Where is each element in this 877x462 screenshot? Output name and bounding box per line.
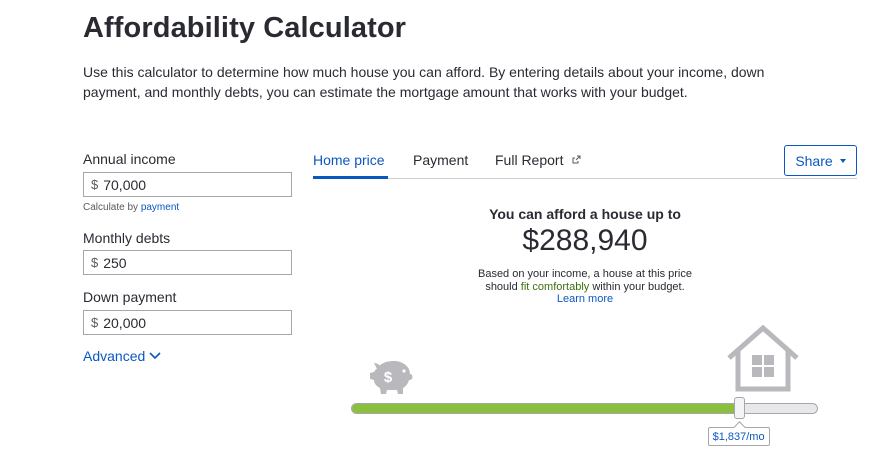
down-payment-value[interactable]: 20,000 bbox=[103, 315, 146, 331]
house-icon bbox=[727, 325, 799, 392]
annual-income-label: Annual income bbox=[83, 151, 176, 167]
calculate-by-text: Calculate by bbox=[83, 202, 139, 213]
currency-symbol: $ bbox=[91, 255, 99, 270]
tab-payment[interactable]: Payment bbox=[413, 152, 468, 168]
monthly-payment-tooltip: $1,837/mo bbox=[707, 427, 770, 446]
chevron-down-icon bbox=[149, 352, 161, 360]
down-payment-field[interactable]: $ 20,000 bbox=[83, 310, 292, 335]
monthly-debts-value[interactable]: 250 bbox=[103, 255, 126, 271]
monthly-debts-field[interactable]: $ 250 bbox=[83, 250, 292, 275]
afford-note-should: should bbox=[485, 281, 518, 293]
caret-down-icon bbox=[839, 158, 846, 163]
monthly-payment-value: $1,837/mo bbox=[712, 430, 765, 443]
affordability-slider-track[interactable] bbox=[351, 403, 818, 414]
advanced-label: Advanced bbox=[83, 348, 146, 364]
afford-note-highlight: fit comfortably bbox=[520, 281, 590, 293]
annual-income-field[interactable]: $ 70,000 bbox=[83, 172, 292, 197]
share-button[interactable]: Share bbox=[784, 145, 857, 176]
tab-full-report-label: Full Report bbox=[495, 152, 564, 168]
share-label: Share bbox=[795, 152, 833, 169]
advanced-toggle[interactable]: Advanced bbox=[83, 348, 161, 364]
afford-heading: You can afford a house up to bbox=[489, 206, 681, 222]
tab-home-price[interactable]: Home price bbox=[313, 152, 385, 168]
svg-text:$: $ bbox=[384, 369, 393, 386]
external-link-icon bbox=[572, 155, 581, 164]
tab-full-report[interactable]: Full Report bbox=[495, 152, 581, 168]
learn-more-link[interactable]: Learn more bbox=[313, 293, 857, 305]
affordability-slider-fill bbox=[352, 404, 738, 413]
calculate-by: Calculate by payment bbox=[83, 202, 179, 213]
monthly-debts-label: Monthly debts bbox=[83, 230, 171, 246]
afford-note: Based on your income, a house at this pr… bbox=[313, 268, 857, 294]
page-description: Use this calculator to determine how muc… bbox=[83, 64, 765, 100]
currency-symbol: $ bbox=[91, 177, 99, 192]
annual-income-value[interactable]: 70,000 bbox=[103, 177, 146, 193]
affordability-slider-handle[interactable] bbox=[733, 397, 745, 419]
down-payment-label: Down payment bbox=[83, 289, 177, 305]
afford-price: $288,940 bbox=[522, 224, 648, 257]
currency-symbol: $ bbox=[91, 315, 99, 330]
piggy-bank-icon: $ bbox=[370, 361, 413, 394]
result-tabs: Home price Payment Full Report bbox=[313, 148, 857, 179]
page-title: Affordability Calculator bbox=[83, 12, 407, 44]
afford-note-line1: Based on your income, a house at this pr… bbox=[477, 268, 692, 280]
calculate-by-payment-link[interactable]: payment bbox=[141, 202, 179, 213]
active-tab-indicator bbox=[313, 176, 388, 179]
afford-note-end: within your budget. bbox=[592, 281, 685, 293]
